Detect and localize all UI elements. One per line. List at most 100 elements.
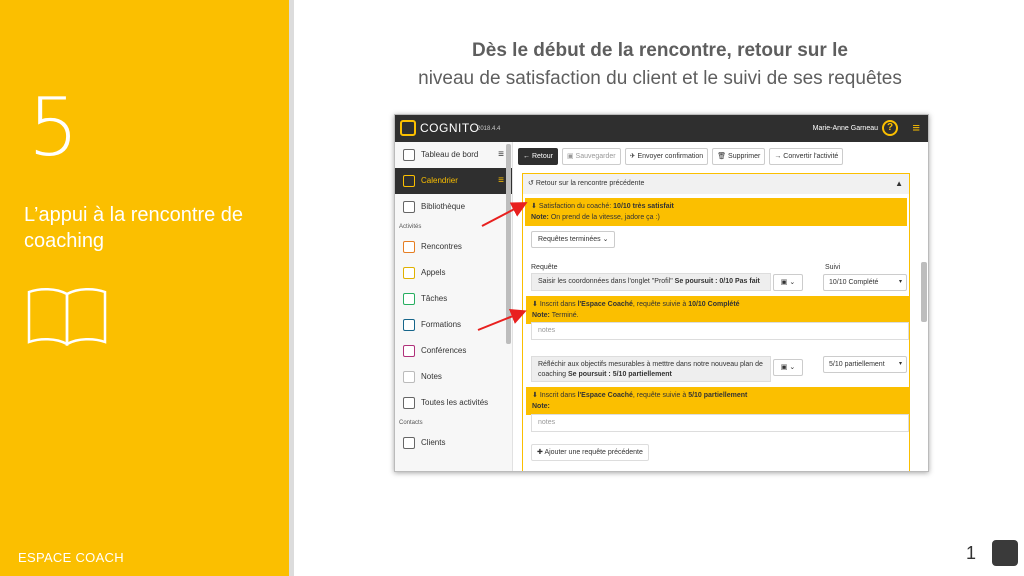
sidebar-item-notes[interactable]: Notes bbox=[395, 364, 512, 390]
sidebar-item-calendrier[interactable]: Calendrier ≡ bbox=[395, 168, 512, 194]
main-content: ← Retour ▣ Sauvegarder ✈ Envoyer confirm… bbox=[513, 142, 928, 471]
conference-icon bbox=[403, 345, 415, 357]
request-2-select-value: 5/10 partiellement bbox=[829, 361, 885, 368]
slide: 5 L’appui à la rencontre de coaching ESP… bbox=[0, 0, 1024, 576]
satisfaction-value: 10/10 très satisfait bbox=[613, 203, 674, 210]
notice-place: l'Espace Coaché bbox=[577, 301, 633, 308]
sidebar-section-contacts: Contacts bbox=[399, 420, 423, 426]
request-1-text: Saisir les coordonnées dans l'onglet "Pr… bbox=[531, 273, 771, 291]
request-1-label: Saisir les coordonnées dans l'onglet "Pr… bbox=[538, 278, 673, 285]
request-1-suivi-select[interactable]: 10/10 Complété ▾ bbox=[823, 274, 907, 291]
menu-icon[interactable]: ≡ bbox=[912, 121, 920, 135]
sidebar-item-label: Toutes les activités bbox=[421, 398, 489, 407]
request-2-notes-field[interactable]: notes bbox=[531, 414, 909, 432]
request-2-tool-button[interactable]: ▣ ⌄ bbox=[773, 359, 803, 376]
section-subtitle: L’appui à la rencontre de coaching bbox=[24, 204, 244, 252]
history-icon: ↺ bbox=[528, 180, 534, 187]
sidebar-item-label: Formations bbox=[421, 320, 462, 329]
user-name[interactable]: Marie-Anne Garneau bbox=[813, 125, 878, 132]
left-panel: 5 L’appui à la rencontre de coaching ESP… bbox=[0, 0, 289, 576]
sidebar-item-label: Rencontres bbox=[421, 242, 462, 251]
sidebar-item-label: Tâches bbox=[421, 294, 448, 303]
training-icon bbox=[403, 319, 415, 331]
request-1-select-value: 10/10 Complété bbox=[829, 279, 879, 286]
sidebar-item-clients[interactable]: Clients bbox=[395, 430, 512, 456]
requetes-terminees-dropdown[interactable]: Requêtes terminées ⌄ bbox=[531, 231, 616, 248]
note-label: Note: bbox=[531, 214, 549, 221]
tasks-icon bbox=[403, 293, 415, 305]
sidebar-item-rencontres[interactable]: Rencontres bbox=[395, 234, 512, 260]
sidebar-item-label: Appels bbox=[421, 268, 446, 277]
panel-header[interactable]: ↺ Retour sur la rencontre précédente ▲ bbox=[523, 174, 909, 194]
clients-icon bbox=[403, 437, 415, 449]
convertir-button[interactable]: → Convertir l'activité bbox=[769, 148, 844, 165]
note-text: Terminé. bbox=[551, 312, 579, 319]
request-1-notice-line: ⬇ Inscrit dans l'Espace Coaché, requête … bbox=[532, 301, 740, 308]
retour-button[interactable]: ← Retour bbox=[518, 148, 558, 165]
request-2-pursue: Se poursuit : 5/10 partiellement bbox=[567, 371, 672, 378]
request-1-tool-button[interactable]: ▣ ⌄ bbox=[773, 274, 803, 291]
request-1-notes-field[interactable]: notes bbox=[531, 322, 909, 340]
note-label: Note: bbox=[532, 312, 550, 319]
sidebar-item-taches[interactable]: Tâches bbox=[395, 286, 512, 312]
note-text: On prend de la vitesse, jadore ça :) bbox=[550, 214, 660, 221]
satisfaction-line: ⬇ Satisfaction du coaché: 10/10 très sat… bbox=[531, 203, 674, 210]
ajouter-requete-button[interactable]: ✚ Ajouter une requête précédente bbox=[531, 444, 649, 461]
note-label: Note: bbox=[532, 403, 550, 410]
meeting-icon bbox=[403, 241, 415, 253]
sauvegarder-button[interactable]: ▣ Sauvegarder bbox=[561, 148, 621, 165]
all-activities-icon bbox=[403, 397, 415, 409]
sidebar-item-conferences[interactable]: Conférences bbox=[395, 338, 512, 364]
caret-down-icon: ▾ bbox=[898, 279, 902, 285]
request-2-note-line: Note: bbox=[532, 401, 904, 412]
headline-bold: Dès le début de la rencontre, retour sur… bbox=[472, 40, 848, 61]
sidebar-item-tableau-de-bord[interactable]: Tableau de bord ≡ bbox=[395, 142, 512, 168]
help-icon[interactable]: ? bbox=[882, 120, 898, 136]
request-1-note-line: Note: Terminé. bbox=[532, 310, 904, 321]
page-number: 1 bbox=[966, 543, 977, 563]
main-scrollbar[interactable] bbox=[921, 262, 927, 322]
sidebar-item-label: Notes bbox=[421, 372, 442, 381]
sidebar-item-bibliotheque[interactable]: Bibliothèque bbox=[395, 194, 512, 220]
panel-title: Retour sur la rencontre précédente bbox=[535, 180, 645, 187]
request-2-suivi-select[interactable]: 5/10 partiellement ▾ bbox=[823, 356, 907, 373]
hamburger-icon[interactable]: ≡ bbox=[498, 142, 504, 168]
footer-label: ESPACE COACH bbox=[18, 550, 124, 565]
retour-panel: ↺ Retour sur la rencontre précédente ▲ ⬇… bbox=[522, 173, 910, 471]
toolbar: ← Retour ▣ Sauvegarder ✈ Envoyer confirm… bbox=[518, 148, 844, 165]
sidebar-item-label: Clients bbox=[421, 438, 446, 447]
plus-icon: ✚ bbox=[537, 449, 543, 456]
chevron-up-icon[interactable]: ▲ bbox=[895, 174, 903, 194]
section-number: 5 bbox=[28, 81, 79, 174]
phone-icon bbox=[403, 267, 415, 279]
home-icon bbox=[403, 149, 415, 161]
notice-value: 10/10 Complété bbox=[688, 301, 740, 308]
sidebar-scrollbar[interactable] bbox=[506, 144, 511, 344]
calendar-icon bbox=[403, 175, 415, 187]
satisfaction-note-line: Note: On prend de la vitesse, jadore ça … bbox=[531, 212, 901, 223]
envoyer-label: Envoyer confirmation bbox=[637, 153, 704, 160]
sauvegarder-label: Sauvegarder bbox=[575, 153, 616, 160]
divider-strip bbox=[289, 0, 294, 576]
notice-prefix: Inscrit dans bbox=[539, 301, 576, 308]
library-icon bbox=[403, 201, 415, 213]
sidebar-item-label: Tableau de bord bbox=[421, 150, 479, 159]
version-label: 2018.4.4 bbox=[477, 126, 501, 132]
open-book-icon bbox=[27, 288, 107, 347]
supprimer-button[interactable]: 🗑 Supprimer bbox=[712, 148, 766, 165]
app-topbar: COGNITO 2018.4.4 Marie-Anne Garneau ? ≡ bbox=[395, 115, 928, 142]
request-1-notice: ⬇ Inscrit dans l'Espace Coaché, requête … bbox=[526, 296, 910, 324]
cognito-logo-icon bbox=[992, 540, 1018, 566]
sidebar-item-formations[interactable]: Formations bbox=[395, 312, 512, 338]
caret-down-icon: ▾ bbox=[898, 361, 902, 367]
notice-mid: , requête suivie à bbox=[632, 301, 687, 308]
headline-regular: niveau de satisfaction du client et le s… bbox=[418, 68, 902, 89]
app-screenshot: COGNITO 2018.4.4 Marie-Anne Garneau ? ≡ … bbox=[394, 114, 929, 472]
notes-icon bbox=[403, 371, 415, 383]
sidebar-item-toutes-les-activites[interactable]: Toutes les activités bbox=[395, 390, 512, 416]
sidebar-item-appels[interactable]: Appels bbox=[395, 260, 512, 286]
notice-value: 5/10 partiellement bbox=[688, 392, 748, 399]
notice-place: l'Espace Coaché bbox=[577, 392, 633, 399]
envoyer-confirmation-button[interactable]: ✈ Envoyer confirmation bbox=[624, 148, 709, 165]
hamburger-icon[interactable]: ≡ bbox=[498, 168, 504, 194]
